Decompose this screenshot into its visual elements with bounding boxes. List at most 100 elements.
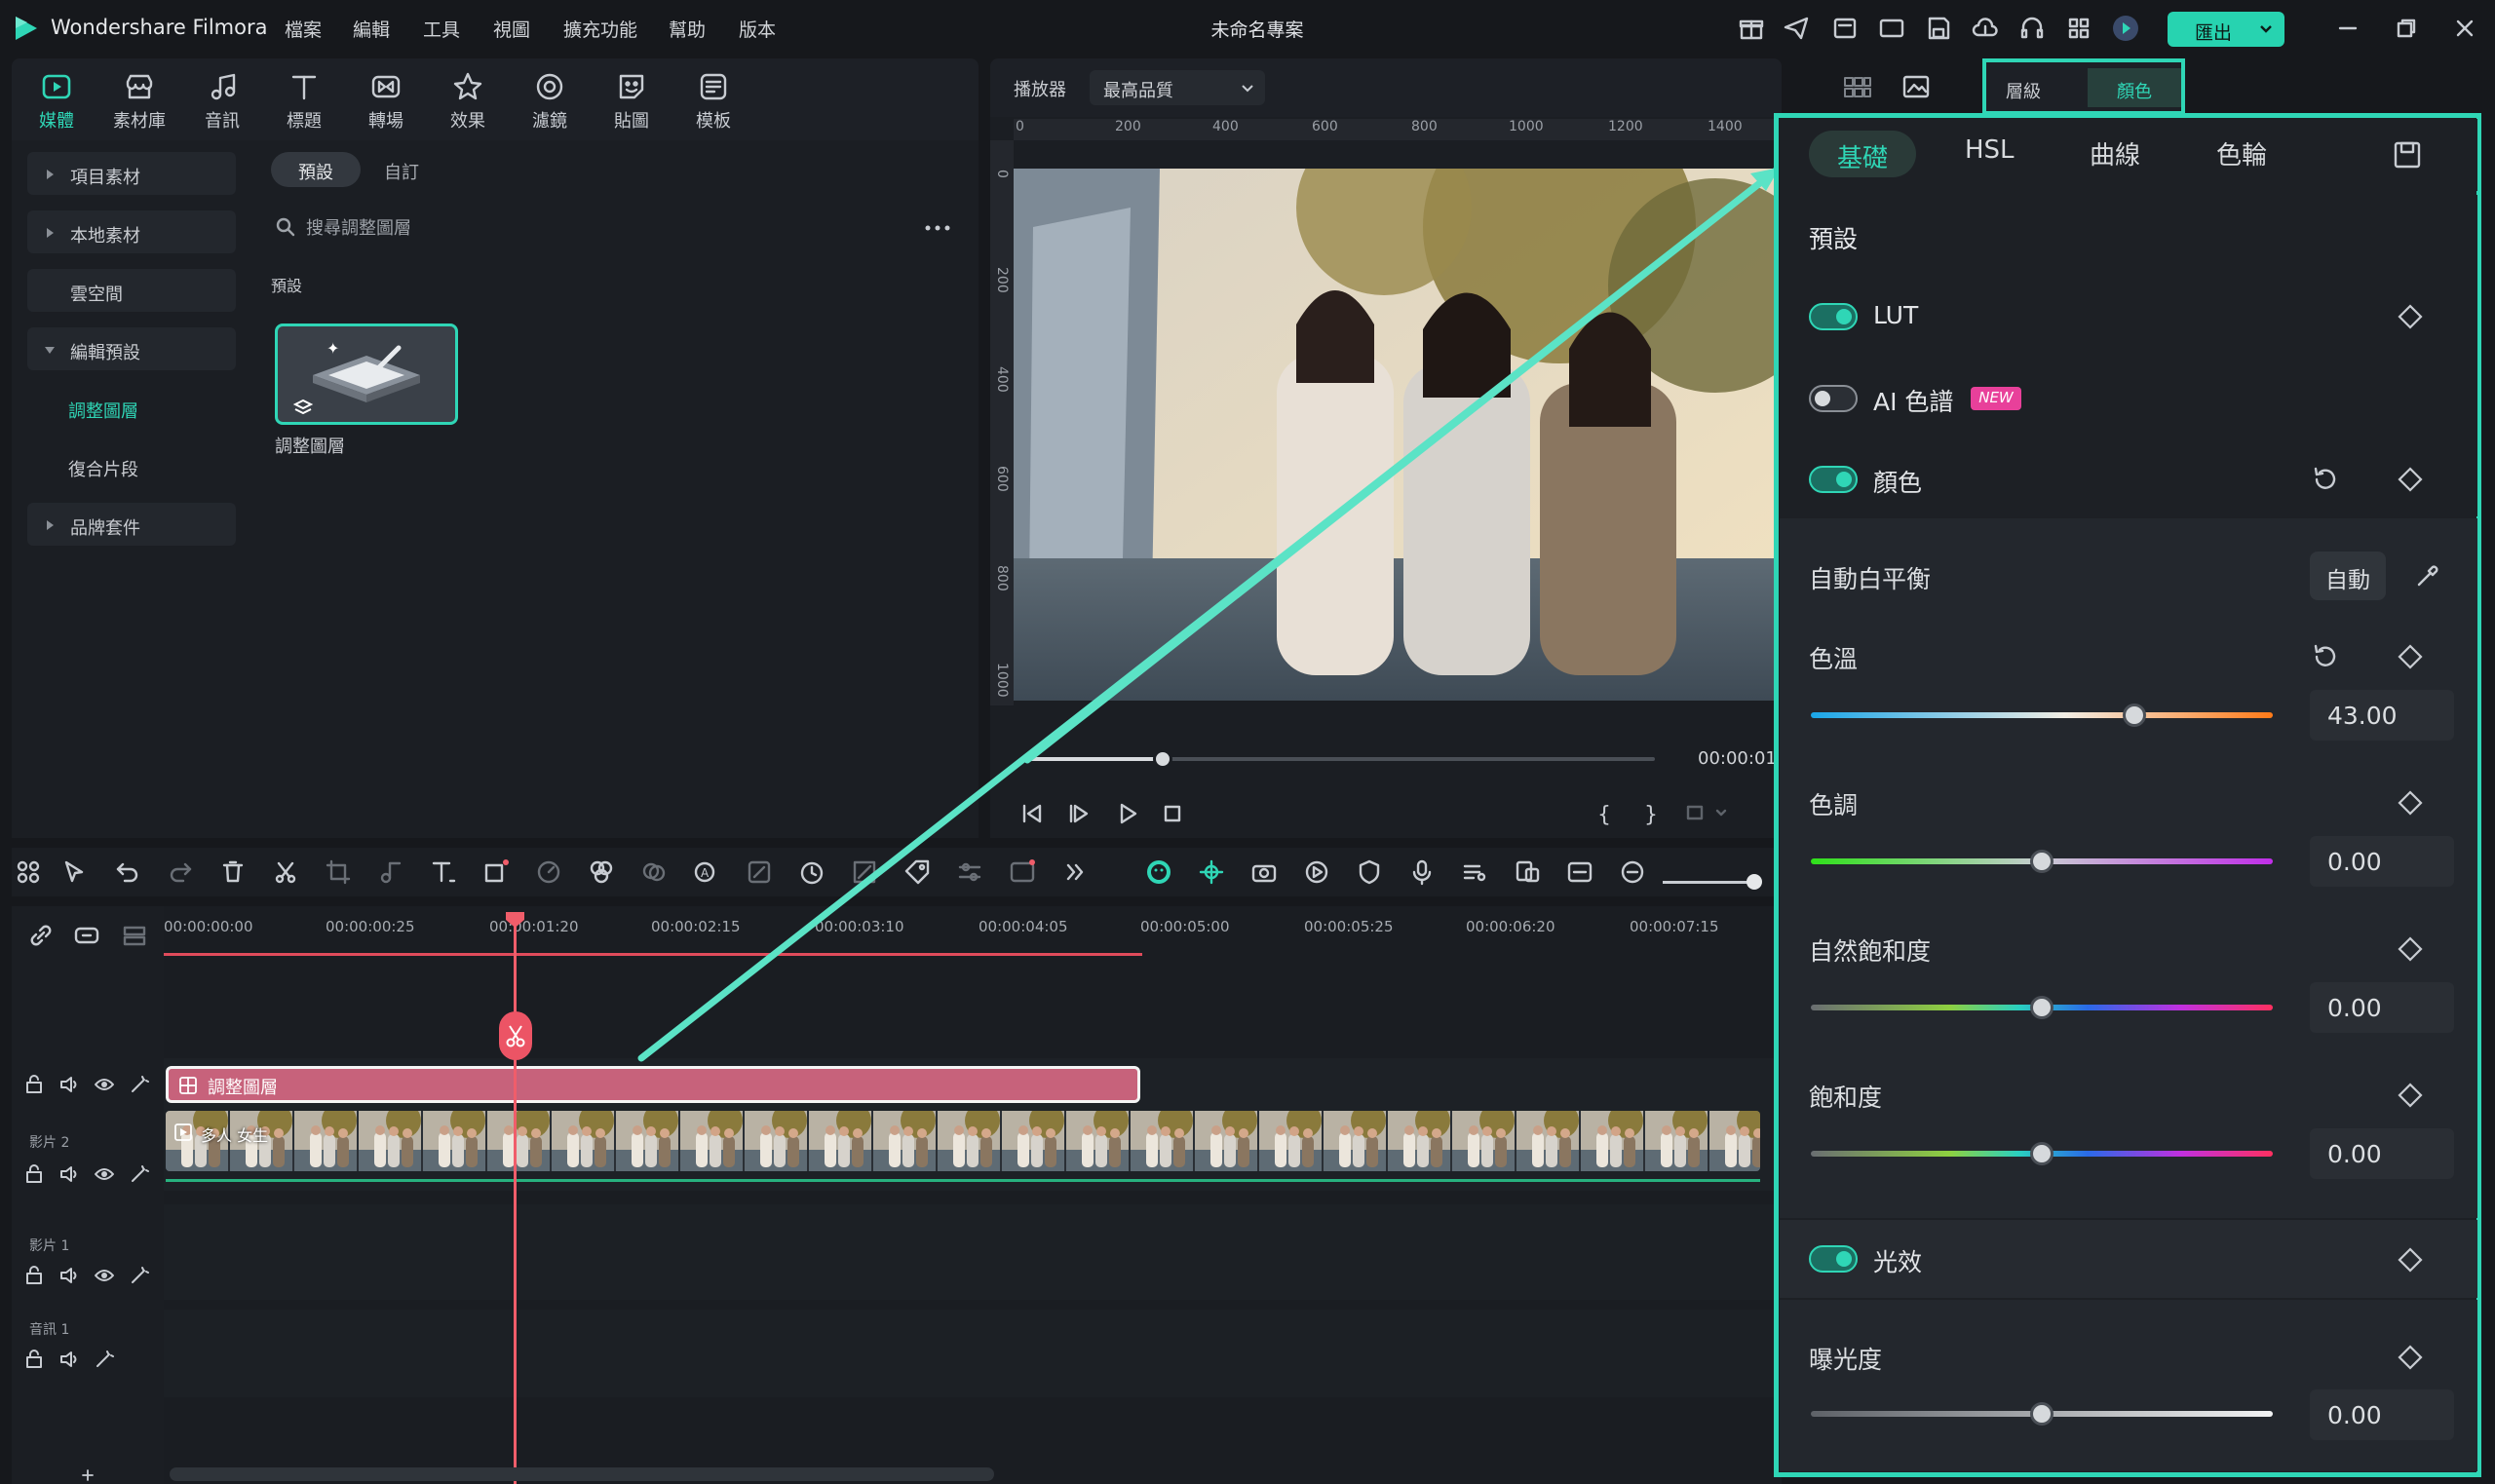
menu-version[interactable]: 版本 [739,16,776,42]
lock-icon[interactable] [23,1265,45,1286]
track-manager-icon[interactable] [121,922,148,949]
face-icon[interactable] [1144,857,1173,887]
camera-icon[interactable] [1249,857,1279,887]
keyframe-diamond-icon[interactable] [2398,644,2423,669]
audio-mixer-icon[interactable] [1460,857,1489,887]
tint-slider-handle[interactable] [2030,850,2054,873]
magic-wand-icon[interactable] [129,1163,150,1185]
ai-color-toggle[interactable] [1809,385,1858,412]
play-icon[interactable] [1113,799,1142,828]
keyframe-diamond-icon[interactable] [2398,304,2423,329]
export-button[interactable]: 匯出 [2168,12,2284,47]
adjustment-layer-clip[interactable]: 調整圖層 [166,1066,1140,1103]
keyframe-diamond-icon[interactable] [2398,1345,2423,1370]
shield-icon[interactable] [1355,857,1384,887]
tab-stickers[interactable]: 貼圖 [596,66,667,138]
mask-icon[interactable] [639,857,669,887]
exposure-value[interactable]: 0.00 [2310,1389,2454,1440]
lock-icon[interactable] [23,1163,45,1185]
screen-icon[interactable] [1877,14,1906,43]
insert-clip-icon[interactable] [1682,799,1731,828]
menu-tools[interactable]: 工具 [423,16,460,42]
crop-icon[interactable] [324,857,353,887]
keyframe-diamond-icon[interactable] [2398,936,2423,962]
gift-icon[interactable] [1737,14,1766,43]
speaker-icon[interactable] [58,1163,80,1185]
timeline-area[interactable] [164,906,1782,1484]
save-icon[interactable] [1924,14,1953,43]
keyframe-diamond-icon[interactable] [2398,790,2423,816]
subtab-curves[interactable]: 曲線 [2090,135,2140,171]
tab-layer[interactable]: 層級 [2006,78,2041,103]
reset-icon[interactable] [2310,641,2341,672]
speed-icon[interactable] [534,857,563,887]
split-icon[interactable] [271,857,300,887]
tint-value[interactable]: 0.00 [2310,836,2454,887]
close-icon[interactable] [2452,16,2477,41]
zoom-out-icon[interactable] [1618,857,1647,887]
split-handle[interactable] [499,1011,532,1060]
render-icon[interactable] [1830,14,1860,43]
layout-grid-icon[interactable] [14,857,43,887]
grid-view-icon[interactable] [1842,74,1873,101]
tab-titles[interactable]: 標題 [269,66,339,138]
avatar[interactable] [2111,14,2140,43]
color-match-icon[interactable] [587,857,616,887]
menu-file[interactable]: 檔案 [285,16,322,42]
magic-wand-icon[interactable] [129,1265,150,1286]
redo-icon[interactable] [166,857,195,887]
tab-color[interactable]: 顏色 [2088,68,2181,107]
sidebar-item-compound-clip[interactable]: 復合片段 [68,456,138,481]
eye-icon[interactable] [94,1163,115,1185]
mark-out-icon[interactable]: } [1635,799,1665,828]
ai-tool-icon[interactable]: A [692,857,721,887]
quality-select[interactable]: 最高品質 [1090,70,1265,105]
adjust-icon[interactable] [955,857,984,887]
grid-apps-icon[interactable] [2064,14,2093,43]
mark-in-icon[interactable]: { [1589,799,1618,828]
keyframe-diamond-icon[interactable] [2398,1247,2423,1273]
menu-edit[interactable]: 編輯 [353,16,390,42]
eyedropper-icon[interactable] [2413,561,2442,590]
reset-icon[interactable] [2310,464,2341,495]
select-tool-icon[interactable] [60,857,90,887]
temperature-slider-handle[interactable] [2122,704,2146,727]
playback-icon[interactable] [1302,857,1331,887]
saturation-value[interactable]: 0.00 [2310,1128,2454,1179]
auto-white-balance-button[interactable]: 自動 [2310,552,2386,600]
keyframe-diamond-icon[interactable] [2398,1083,2423,1108]
vibrance-value[interactable]: 0.00 [2310,982,2454,1033]
tab-stock[interactable]: 素材庫 [104,66,174,138]
speaker-icon[interactable] [58,1349,80,1370]
speaker-icon[interactable] [58,1265,80,1286]
zoom-slider[interactable] [1663,881,1756,884]
timer-icon[interactable] [797,857,826,887]
menu-view[interactable]: 視圖 [493,16,530,42]
fit-icon[interactable] [850,857,879,887]
fit-timeline-icon[interactable] [1565,857,1594,887]
delete-icon[interactable] [218,857,248,887]
sidebar-item-local-media[interactable]: 本地素材 [27,210,236,253]
shape-icon[interactable] [481,857,511,887]
add-icon[interactable] [78,1467,97,1483]
cloud-upload-icon[interactable] [1971,14,2000,43]
minimize-icon[interactable] [2335,16,2361,41]
sidebar-item-adjustment-layer[interactable]: 調整圖層 [68,398,138,423]
eye-icon[interactable] [94,1074,115,1095]
replace-icon[interactable] [1513,857,1542,887]
sidebar-item-cloud[interactable]: 雲空間 [27,269,236,312]
horizontal-scrollbar[interactable] [170,1467,994,1481]
next-frame-icon[interactable] [1064,799,1094,828]
keyframe-tag-icon[interactable] [902,857,932,887]
text-tool-icon[interactable] [429,857,458,887]
tab-audio[interactable]: 音訊 [187,66,257,138]
audio-stretch-icon[interactable] [376,857,405,887]
headset-icon[interactable] [2017,14,2047,43]
tab-custom[interactable]: 自訂 [384,159,419,184]
auto-reframe-icon[interactable] [745,857,774,887]
tab-transitions[interactable]: 轉場 [351,66,421,138]
send-icon[interactable] [1782,14,1811,43]
menu-extensions[interactable]: 擴充功能 [563,16,637,42]
stop-icon[interactable] [1158,799,1187,828]
magic-wand-icon[interactable] [129,1074,150,1095]
